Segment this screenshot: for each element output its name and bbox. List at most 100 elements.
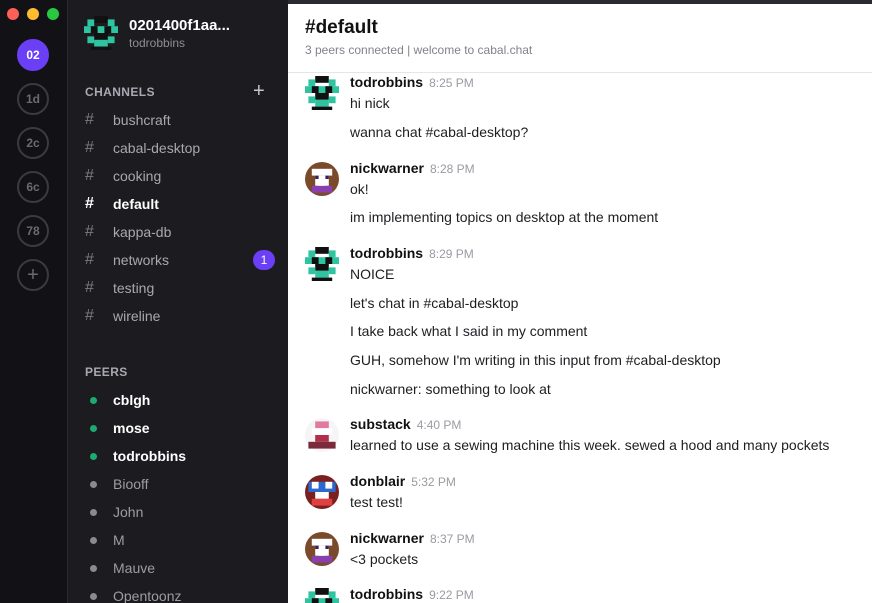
message-text: wanna chat #cabal-desktop? [350, 124, 529, 140]
cabal-switch-6c[interactable]: 6c [17, 171, 49, 203]
message-text: I take back what I said in my comment [350, 323, 588, 339]
profile-username: todrobbins [129, 35, 186, 50]
message-text: <3 pockets [350, 551, 419, 567]
status-dot [90, 480, 97, 488]
status-dot [90, 396, 97, 404]
hash-icon: # [85, 223, 94, 240]
message-time: 8:28 PM [429, 162, 475, 176]
peer-name: Biooff [113, 476, 149, 492]
message-author[interactable]: todrobbins [350, 586, 423, 602]
avatar[interactable] [305, 475, 339, 509]
minimize-window-button[interactable] [27, 8, 39, 20]
cabal-key: 0201400f1aa... [129, 16, 230, 34]
message-time: 5:32 PM [411, 475, 456, 489]
message-text: ok! [350, 181, 369, 197]
status-dot [90, 508, 97, 516]
message-text: GUH, somehow I'm writing in this input f… [350, 352, 721, 368]
add-channel-button[interactable]: + [253, 80, 265, 102]
plus-icon: + [27, 264, 39, 286]
peer-item-opentoonz[interactable]: Opentoonz [90, 584, 182, 603]
channel-name: cooking [113, 168, 162, 184]
message-text: im implementing topics on desktop at the… [350, 209, 659, 225]
sidebar: 0201400f1aa... todrobbins CHANNELS + # bu… [68, 0, 288, 603]
message-author[interactable]: todrobbins [350, 245, 423, 261]
cabal-switch-78[interactable]: 78 [17, 215, 49, 247]
peer-name: Mauve [113, 560, 156, 576]
hash-icon: # [85, 279, 94, 296]
message-time: 8:29 PM [429, 247, 474, 261]
channel-name: testing [113, 280, 155, 296]
message-text: test test! [350, 494, 403, 510]
channels-heading: CHANNELS [85, 85, 155, 99]
channel-item-wireline[interactable]: # wireline [85, 304, 275, 328]
maximize-window-button[interactable] [47, 8, 59, 20]
cabal-rail: 02 1d 2c 6c 78 + [0, 0, 68, 603]
message-author[interactable]: nickwarner [350, 160, 424, 176]
channel-name: networks [113, 252, 170, 268]
channel-title: #default [305, 17, 378, 38]
peer-name: John [113, 504, 144, 520]
channel-item-networks[interactable]: # networks 1 [85, 248, 275, 272]
channel-item-default[interactable]: # default [85, 192, 275, 216]
profile[interactable]: 0201400f1aa... todrobbins [84, 16, 230, 50]
channel-header: #default 3 peers connected | welcome to … [288, 4, 872, 73]
message-text: NOICE [350, 266, 395, 282]
channel-item-cabal-desktop[interactable]: # cabal-desktop [85, 136, 275, 160]
cabal-switch-1d[interactable]: 1d [17, 83, 49, 115]
message-author[interactable]: todrobbins [350, 74, 423, 90]
chat-panel: #default 3 peers connected | welcome to … [288, 0, 872, 603]
status-dot [90, 536, 97, 544]
avatar [84, 16, 118, 50]
peer-name: Opentoonz [113, 588, 182, 603]
channel-item-kappa-db[interactable]: # kappa-db [85, 220, 275, 244]
peer-name: mose [113, 420, 150, 436]
message-author[interactable]: nickwarner [350, 530, 424, 546]
status-dot [90, 424, 97, 432]
avatar[interactable] [305, 247, 339, 281]
channel-name: default [113, 196, 159, 212]
status-dot [90, 452, 97, 460]
peer-item-mauve[interactable]: Mauve [90, 556, 155, 580]
peer-name: todrobbins [113, 448, 187, 464]
status-dot [90, 564, 97, 572]
close-window-button[interactable] [7, 8, 19, 20]
message-time: 9:22 PM [429, 588, 474, 602]
peer-item-biooff[interactable]: Biooff [90, 472, 149, 496]
message-text: hi nick [350, 95, 390, 111]
add-cabal-button[interactable]: + [17, 259, 49, 291]
hash-icon: # [85, 111, 94, 128]
avatar[interactable] [305, 162, 339, 196]
peer-item-m[interactable]: M [90, 528, 125, 552]
avatar[interactable] [305, 532, 339, 566]
plus-icon: + [253, 80, 265, 102]
channel-name: wireline [113, 308, 161, 324]
hash-icon: # [85, 307, 94, 324]
peer-name: M [113, 532, 125, 548]
message-time: 8:37 PM [429, 532, 475, 546]
message-time: 8:25 PM [429, 76, 474, 90]
message-author[interactable]: donblair [350, 473, 405, 489]
cabal-switch-2c[interactable]: 2c [17, 127, 49, 159]
channel-item-cooking[interactable]: # cooking [85, 164, 275, 188]
avatar[interactable] [305, 418, 339, 452]
message-time: 4:40 PM [416, 418, 462, 432]
hash-icon: # [85, 139, 94, 156]
channel-name: cabal-desktop [113, 140, 201, 156]
peer-item-todrobbins[interactable]: todrobbins [90, 444, 186, 468]
message-text: learned to use a sewing machine this wee… [350, 437, 830, 453]
channel-item-testing[interactable]: # testing [85, 276, 275, 300]
avatar[interactable] [305, 588, 339, 603]
channel-topic[interactable]: 3 peers connected | welcome to cabal.cha… [305, 43, 532, 57]
message-author[interactable]: substack [350, 416, 411, 432]
peer-item-mose[interactable]: mose [90, 416, 150, 440]
message-text: let's chat in #cabal-desktop [350, 295, 519, 311]
hash-icon: # [85, 195, 94, 212]
channel-item-bushcraft[interactable]: # bushcraft [85, 108, 275, 132]
channel-name: kappa-db [113, 224, 172, 240]
cabal-switch-02[interactable]: 02 [17, 39, 49, 71]
peer-item-cblgh[interactable]: cblgh [90, 388, 150, 412]
peer-item-john[interactable]: John [90, 500, 143, 524]
status-dot [90, 592, 97, 600]
avatar[interactable] [305, 76, 339, 110]
channel-name: bushcraft [113, 112, 171, 128]
